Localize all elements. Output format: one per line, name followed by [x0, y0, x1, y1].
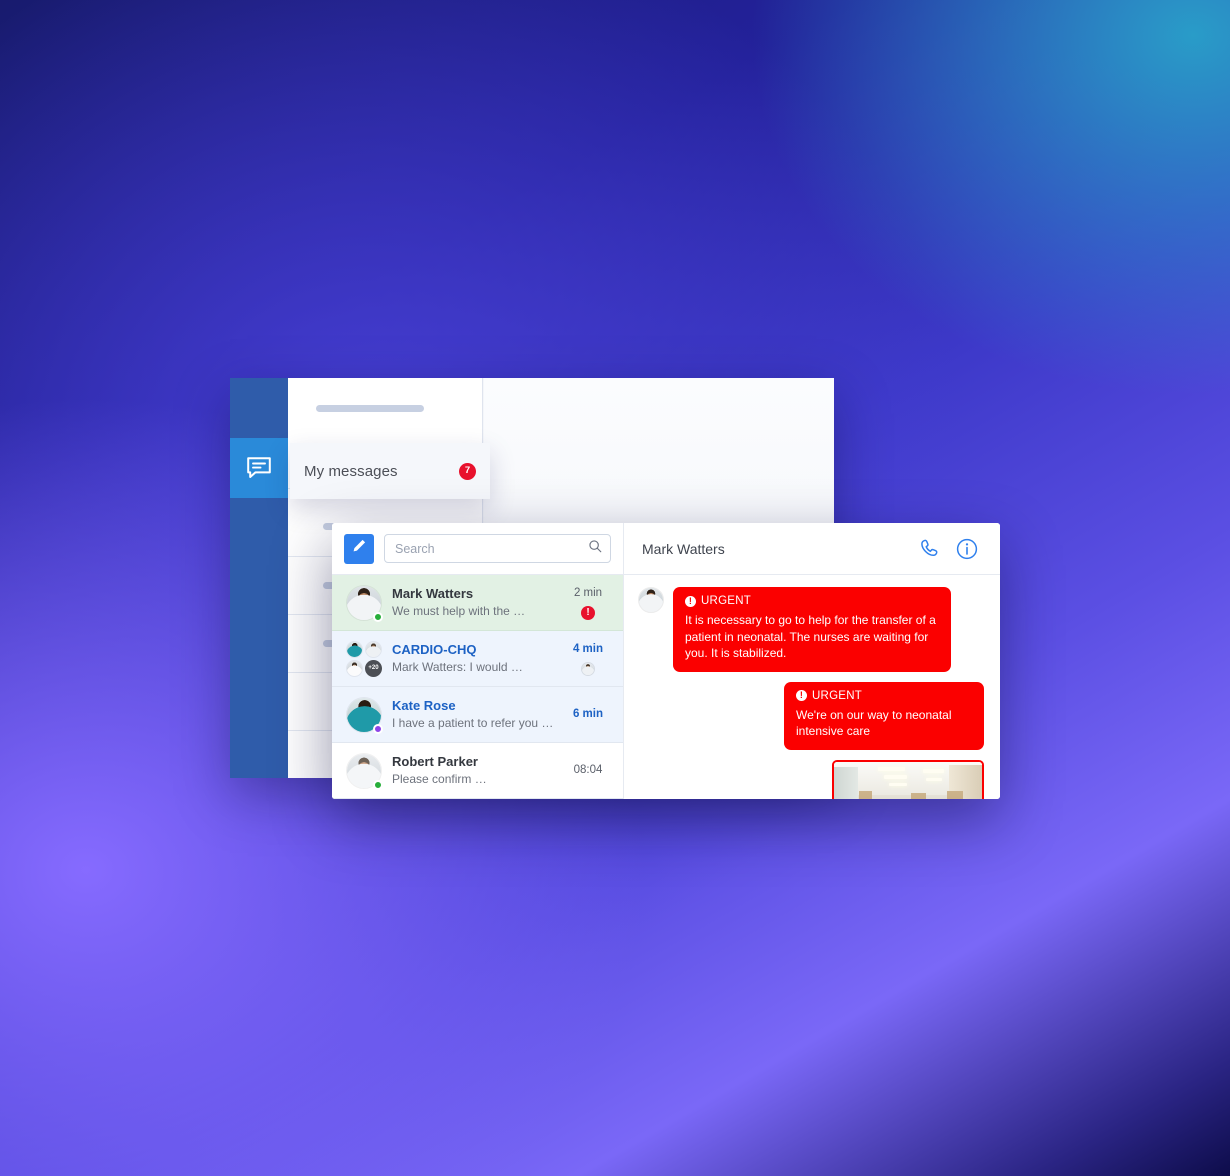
presence-indicator-online	[373, 611, 383, 622]
urgent-exclamation-icon: !	[685, 595, 696, 607]
urgent-label-text: URGENT	[812, 689, 863, 702]
my-messages-label: My messages	[304, 462, 398, 480]
conversation-name: Mark Watters	[392, 586, 474, 601]
group-avatar-overflow-count: +20	[365, 659, 382, 677]
conversation-timestamp: 2 min	[573, 586, 603, 599]
chat-toolbar: Mark Watters	[332, 523, 1000, 575]
chat-application-window: Mark Watters	[332, 523, 1000, 799]
chat-bubble-icon	[246, 456, 272, 480]
info-circle-icon[interactable]	[952, 534, 982, 564]
search-box[interactable]	[384, 534, 611, 563]
chat-body: Mark Watters We must help with the … 2 m…	[332, 575, 1000, 799]
chat-toolbar-left	[332, 523, 624, 574]
presence-indicator-busy	[373, 723, 383, 734]
unread-count-badge: 7	[459, 462, 476, 480]
conversation-name: CARDIO-CHQ	[392, 642, 477, 657]
conversation-snippet: Mark Watters: I would …	[392, 660, 523, 674]
sidebar-item-messages[interactable]	[230, 438, 288, 498]
read-receipt-avatar	[581, 661, 595, 676]
conversation-text: Kate Rose I have a patient to refer you …	[392, 697, 555, 732]
conversation-timestamp: 4 min	[572, 642, 604, 655]
conversation-row-kate-rose[interactable]: Kate Rose I have a patient to refer you …	[332, 687, 623, 743]
conversation-list[interactable]: Mark Watters We must help with the … 2 m…	[332, 575, 624, 799]
conversation-text: Robert Parker Please confirm …	[392, 753, 555, 788]
group-avatar-member	[346, 659, 363, 677]
conversation-meta: 08:04	[565, 763, 611, 778]
conversation-name: Robert Parker	[392, 754, 478, 769]
message-row-outgoing: ! URGENT We're on our way to neonatal in…	[638, 681, 984, 750]
conversation-text: Mark Watters We must help with the …	[392, 585, 555, 620]
search-input[interactable]	[395, 541, 588, 556]
avatar-group: +20	[346, 640, 382, 677]
conversation-meta: 2 min !	[565, 586, 611, 620]
conversation-snippet: Please confirm …	[392, 772, 487, 786]
conversation-row-cardio-chq[interactable]: +20 CARDIO-CHQ Mark Watters: I would … 4…	[332, 631, 623, 687]
my-messages-menu-item[interactable]: My messages 7	[290, 443, 490, 499]
message-bubble-urgent[interactable]: ! URGENT We're on our way to neonatal in…	[784, 681, 984, 750]
conversation-snippet: We must help with the …	[392, 604, 526, 618]
pencil-icon	[351, 538, 367, 559]
screen-background: My messages 7 Search Mark Watters Mark W…	[0, 0, 1230, 1176]
message-row-incoming: ! URGENT It is necessary to go to help f…	[638, 587, 984, 672]
phone-icon[interactable]	[916, 534, 946, 564]
urgent-exclamation-icon: !	[796, 690, 807, 701]
conversation-snippet: I have a patient to refer you …	[392, 716, 554, 730]
conversation-meta: 4 min	[565, 642, 611, 676]
message-text: We're on our way to neonatal intensive c…	[796, 707, 952, 739]
conversation-meta: 6 min	[565, 707, 611, 722]
compose-message-button[interactable]	[344, 533, 374, 564]
conversation-timestamp: 6 min	[572, 708, 604, 720]
group-avatar-member	[365, 640, 382, 658]
conversation-row-robert-parker[interactable]: Robert Parker Please confirm … 08:04	[332, 743, 623, 799]
placeholder-bar	[316, 405, 424, 412]
background-app-nav-rail	[230, 378, 288, 778]
conversation-text: CARDIO-CHQ Mark Watters: I would …	[392, 641, 555, 676]
hospital-corridor-photo[interactable]	[832, 759, 984, 799]
search-icon[interactable]	[588, 539, 602, 558]
conversation-row-mark-watters[interactable]: Mark Watters We must help with the … 2 m…	[332, 575, 623, 631]
urgent-exclamation-icon: !	[581, 605, 595, 620]
urgent-label-text: URGENT	[701, 595, 752, 607]
presence-indicator-online	[373, 779, 383, 790]
message-row-outgoing-photo	[638, 759, 984, 799]
conversation-name: Kate Rose	[392, 698, 456, 713]
urgent-label-row: ! URGENT	[796, 690, 972, 702]
chat-toolbar-right: Mark Watters	[624, 523, 1000, 574]
avatar	[346, 752, 383, 790]
avatar	[346, 696, 383, 734]
conversation-timestamp: 08:04	[573, 764, 603, 776]
message-bubble-urgent[interactable]: ! URGENT It is necessary to go to help f…	[673, 587, 951, 672]
urgent-label-row: ! URGENT	[685, 595, 939, 607]
avatar	[346, 584, 383, 622]
message-sender-avatar	[638, 587, 664, 613]
message-text: It is necessary to go to help for the tr…	[685, 613, 936, 660]
message-thread[interactable]: ! URGENT It is necessary to go to help f…	[624, 575, 1000, 799]
group-avatar-member	[346, 640, 363, 658]
conversation-title: Mark Watters	[642, 540, 725, 557]
